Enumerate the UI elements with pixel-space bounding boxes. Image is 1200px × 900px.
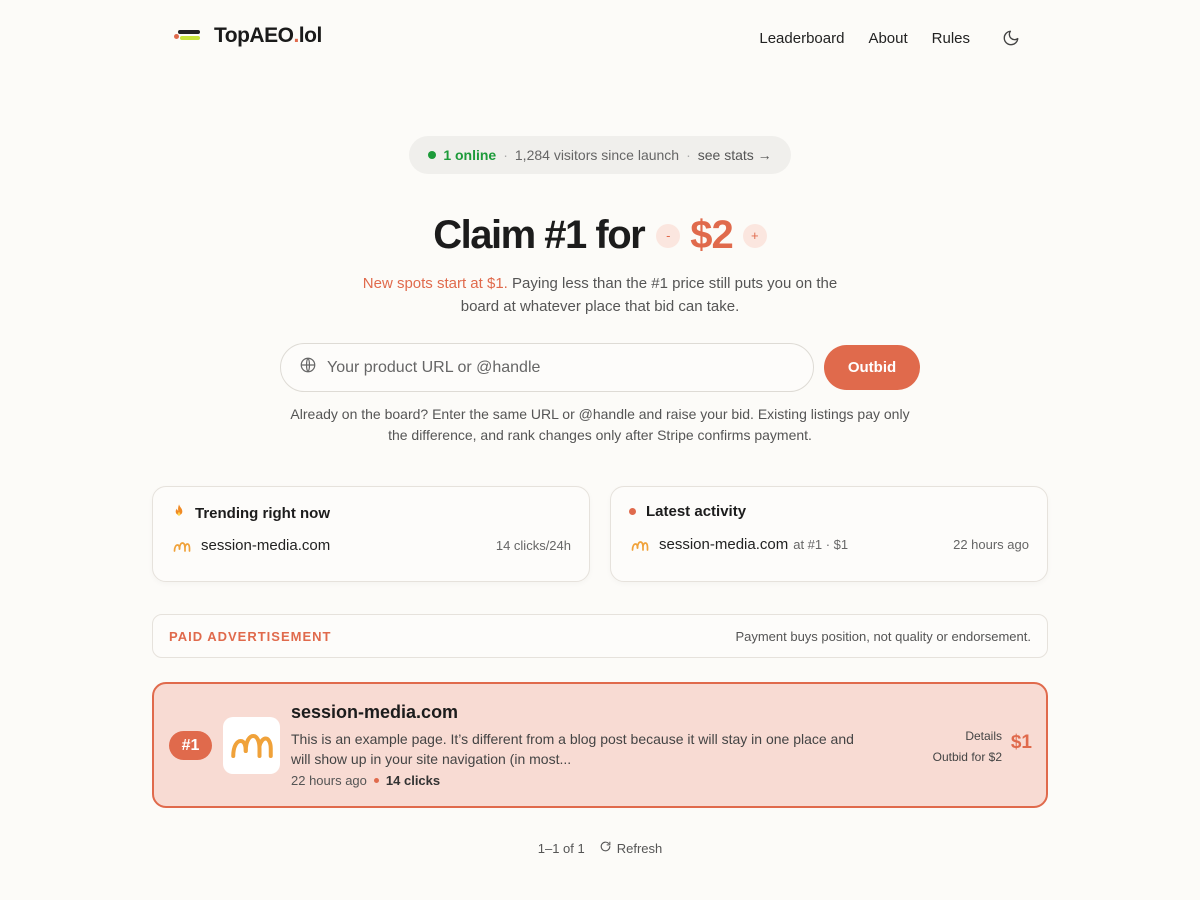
page-title: Claim #1 for [433,213,645,257]
listing-logo-icon [223,717,280,774]
latest-title-text: Latest activity [646,503,747,520]
price-value: $2 [690,213,733,257]
brand-name: TopAEO.lol [214,24,322,47]
trending-card: Trending right now session-media.com 14 … [152,486,590,582]
hero-subtitle-text: Paying less than the #1 price still puts… [460,275,838,315]
latest-title: Latest activity [629,503,746,520]
listing-card[interactable]: #1 session-media.com This is an example … [152,682,1048,808]
hero-subtitle-accent: New spots start at $1. [362,275,508,292]
rank-badge: #1 [169,731,212,760]
listing-name[interactable]: session-media.com [291,702,458,723]
latest-detail: at #1 · $1 [793,537,849,552]
latest-site[interactable]: session-media.com [659,536,788,553]
logo-mark-icon [174,27,202,45]
trending-clicks: 14 clicks/24h [495,538,571,553]
refresh-icon [599,840,612,856]
refresh-button[interactable]: Refresh [599,840,663,856]
nav-leaderboard[interactable]: Leaderboard [759,30,844,47]
increase-price-button[interactable]: + [742,223,767,248]
trending-site[interactable]: session-media.com [201,537,330,554]
online-status-dot [428,151,437,159]
helper-text: Already on the board? Enter the same URL… [290,406,910,443]
details-link[interactable]: Details [933,726,1002,747]
meta-dot [373,778,379,783]
separator: · [686,147,691,163]
pagination: 1–1 of 1 Refresh [0,840,1200,856]
listing-clicks: 14 clicks [385,773,441,788]
trending-row[interactable]: session-media.com 14 clicks/24h [173,537,571,554]
listing-meta: 22 hours ago 14 clicks [291,773,440,788]
listing-description: This is an example page. It’s different … [291,731,854,767]
brand-logo[interactable]: TopAEO.lol [174,24,322,48]
online-count: 1 online [443,147,497,163]
separator: · [503,147,508,163]
stats-pill: 1 online · 1,284 visitors since launch ·… [409,136,791,174]
listing-actions: Details Outbid for $2 [933,726,1002,768]
outbid-link[interactable]: Outbid for $2 [933,747,1002,768]
site-logo-icon [631,539,649,551]
page-range: 1–1 of 1 [537,840,585,856]
latest-activity-card: Latest activity session-media.com at #1 … [610,486,1048,582]
nav-rules[interactable]: Rules [932,30,970,47]
hero-heading: Claim #1 for - $2 + [0,213,1200,258]
outbid-button[interactable]: Outbid [824,345,920,390]
activity-dot [629,508,636,515]
ad-note: Payment buys position, not quality or en… [735,628,1031,644]
listing-price: $1 [1010,732,1032,753]
product-url-input[interactable] [327,358,787,377]
trending-title-text: Trending right now [195,504,330,522]
decrease-price-button[interactable]: - [656,223,681,248]
ad-disclosure: PAID ADVERTISEMENT Payment buys position… [152,614,1048,658]
fire-icon [171,503,187,523]
site-header: TopAEO.lol Leaderboard About Rules [0,0,1200,75]
hero-subtitle: New spots start at $1. Paying less than … [350,272,850,318]
visitor-count: 1,284 visitors since launch [514,147,680,163]
globe-icon [299,356,317,379]
ad-label: PAID ADVERTISEMENT [169,628,332,644]
trending-title: Trending right now [171,503,330,523]
listing-time: 22 hours ago [291,773,367,788]
see-stats-link[interactable]: see stats → [698,147,772,163]
latest-row[interactable]: session-media.com at #1 · $1 22 hours ag… [631,536,1029,553]
main-nav: Leaderboard About Rules [759,27,1022,49]
url-input-wrapper [280,343,814,392]
latest-time: 22 hours ago [953,537,1029,552]
site-logo-icon [173,540,191,552]
moon-icon[interactable] [1000,27,1022,49]
nav-about[interactable]: About [868,30,907,47]
refresh-label: Refresh [616,840,663,856]
